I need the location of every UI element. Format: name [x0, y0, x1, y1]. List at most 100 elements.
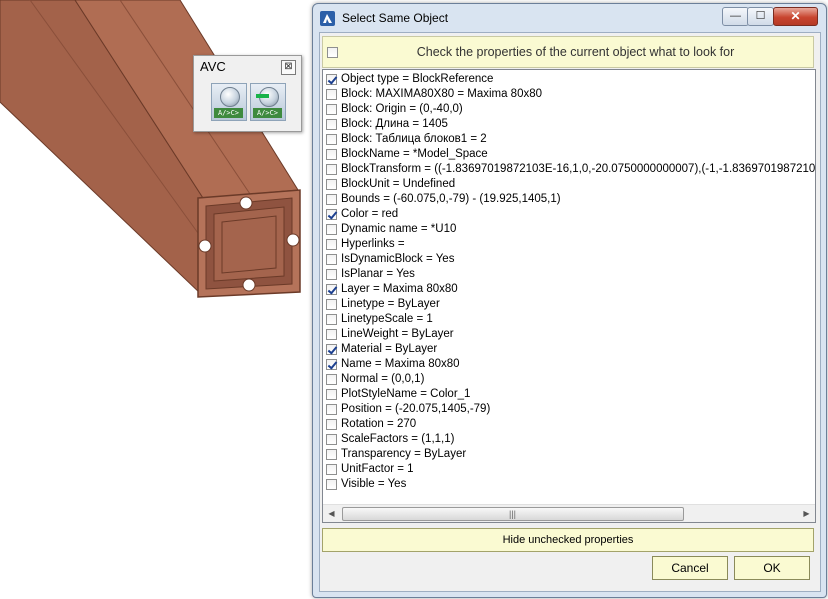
- property-checkbox[interactable]: [326, 374, 337, 385]
- property-label: Object type = BlockReference: [341, 73, 494, 85]
- property-row[interactable]: BlockTransform = ((-1.83697019872103E-16…: [323, 162, 815, 177]
- property-row[interactable]: Normal = (0,0,1): [323, 372, 815, 387]
- property-checkbox[interactable]: [326, 314, 337, 325]
- property-label: BlockUnit = Undefined: [341, 178, 456, 190]
- property-checkbox[interactable]: [326, 119, 337, 130]
- property-checkbox[interactable]: [326, 329, 337, 340]
- ok-button[interactable]: OK: [734, 556, 810, 580]
- property-checkbox[interactable]: [326, 239, 337, 250]
- property-label: BlockTransform = ((-1.83697019872103E-16…: [341, 163, 816, 175]
- property-checkbox[interactable]: [326, 104, 337, 115]
- property-label: LineWeight = ByLayer: [341, 328, 454, 340]
- property-label: Block: Таблица блоков1 = 2: [341, 133, 487, 145]
- property-checkbox[interactable]: [326, 149, 337, 160]
- property-checkbox[interactable]: [326, 194, 337, 205]
- property-checkbox[interactable]: [326, 179, 337, 190]
- property-checkbox[interactable]: [326, 419, 337, 430]
- property-row[interactable]: PlotStyleName = Color_1: [323, 387, 815, 402]
- horizontal-scrollbar[interactable]: ◀ ||| ▶: [323, 504, 815, 522]
- hide-unchecked-button[interactable]: Hide unchecked properties: [322, 528, 814, 552]
- avc-title: AVC: [200, 59, 226, 74]
- scrollbar-thumb[interactable]: |||: [342, 507, 684, 521]
- magnifier-icon: [220, 87, 240, 107]
- property-row[interactable]: ScaleFactors = (1,1,1): [323, 432, 815, 447]
- property-checkbox[interactable]: [326, 284, 337, 295]
- dialog-title: Select Same Object: [342, 11, 449, 25]
- green-bar-icon: [256, 94, 269, 98]
- property-row[interactable]: Linetype = ByLayer: [323, 297, 815, 312]
- property-row[interactable]: Transparency = ByLayer: [323, 447, 815, 462]
- property-row[interactable]: Layer = Maxima 80x80: [323, 282, 815, 297]
- property-label: BlockName = *Model_Space: [341, 148, 488, 160]
- property-label: Position = (-20.075,1405,-79): [341, 403, 491, 415]
- property-label: LinetypeScale = 1: [341, 313, 433, 325]
- property-row[interactable]: Material = ByLayer: [323, 342, 815, 357]
- property-checkbox[interactable]: [326, 404, 337, 415]
- property-checkbox[interactable]: [326, 434, 337, 445]
- minimize-button[interactable]: —: [722, 7, 749, 26]
- property-checkbox[interactable]: [326, 359, 337, 370]
- property-row[interactable]: Block: MAXIMA80X80 = Maxima 80x80: [323, 87, 815, 102]
- property-checkbox[interactable]: [326, 164, 337, 175]
- header-bar: Check the properties of the current obje…: [322, 36, 814, 68]
- property-checkbox[interactable]: [326, 209, 337, 220]
- property-row[interactable]: LinetypeScale = 1: [323, 312, 815, 327]
- select-same-object-dialog[interactable]: Select Same Object — ☐ ✕ Check the prope…: [312, 3, 827, 598]
- property-row[interactable]: Hyperlinks =: [323, 237, 815, 252]
- property-checkbox[interactable]: [326, 224, 337, 235]
- scroll-right-icon[interactable]: ▶: [798, 505, 815, 522]
- property-checkbox[interactable]: [326, 464, 337, 475]
- property-row[interactable]: Color = red: [323, 207, 815, 222]
- property-checkbox[interactable]: [326, 74, 337, 85]
- property-label: Block: Origin = (0,-40,0): [341, 103, 463, 115]
- property-checkbox[interactable]: [326, 449, 337, 460]
- title-bar[interactable]: Select Same Object — ☐ ✕: [313, 4, 826, 32]
- properties-list[interactable]: Object type = BlockReference Block: MAXIM…: [322, 69, 816, 523]
- select-all-checkbox[interactable]: [327, 47, 338, 58]
- property-label: Material = ByLayer: [341, 343, 438, 355]
- property-row[interactable]: Name = Maxima 80x80: [323, 357, 815, 372]
- header-instruction: Check the properties of the current obje…: [416, 45, 735, 59]
- property-row[interactable]: Block: Origin = (0,-40,0): [323, 102, 815, 117]
- property-row[interactable]: BlockUnit = Undefined: [323, 177, 815, 192]
- scroll-left-icon[interactable]: ◀: [323, 505, 340, 522]
- property-checkbox[interactable]: [326, 389, 337, 400]
- property-row[interactable]: Visible = Yes: [323, 477, 815, 492]
- property-checkbox[interactable]: [326, 269, 337, 280]
- property-label: Hyperlinks =: [341, 238, 405, 250]
- property-label: Bounds = (-60.075,0,-79) - (19.925,1405,…: [341, 193, 561, 205]
- property-label: Layer = Maxima 80x80: [341, 283, 458, 295]
- property-row[interactable]: IsPlanar = Yes: [323, 267, 815, 282]
- avc-palette[interactable]: AVC ⊠ A/>C> A/>C>: [193, 55, 302, 132]
- app-logo-icon: [320, 11, 335, 26]
- property-row[interactable]: IsDynamicBlock = Yes: [323, 252, 815, 267]
- property-label: Rotation = 270: [341, 418, 417, 430]
- property-label: ScaleFactors = (1,1,1): [341, 433, 455, 445]
- property-row[interactable]: Position = (-20.075,1405,-79): [323, 402, 815, 417]
- property-row[interactable]: Rotation = 270: [323, 417, 815, 432]
- property-checkbox[interactable]: [326, 479, 337, 490]
- property-row[interactable]: Block: Длина = 1405: [323, 117, 815, 132]
- property-checkbox[interactable]: [326, 254, 337, 265]
- close-icon[interactable]: ⊠: [281, 60, 296, 75]
- property-label: PlotStyleName = Color_1: [341, 388, 471, 400]
- avc-tool-button-2[interactable]: A/>C>: [250, 83, 286, 121]
- cancel-button[interactable]: Cancel: [652, 556, 728, 580]
- property-row[interactable]: UnitFactor = 1: [323, 462, 815, 477]
- maximize-button[interactable]: ☐: [747, 7, 774, 26]
- property-label: UnitFactor = 1: [341, 463, 414, 475]
- property-label: IsDynamicBlock = Yes: [341, 253, 455, 265]
- close-button[interactable]: ✕: [773, 7, 818, 26]
- property-row[interactable]: Block: Таблица блоков1 = 2: [323, 132, 815, 147]
- property-checkbox[interactable]: [326, 89, 337, 100]
- property-row[interactable]: Object type = BlockReference: [323, 72, 815, 87]
- avc-tool-button-1[interactable]: A/>C>: [211, 83, 247, 121]
- property-row[interactable]: Dynamic name = *U10: [323, 222, 815, 237]
- property-row[interactable]: Bounds = (-60.075,0,-79) - (19.925,1405,…: [323, 192, 815, 207]
- property-checkbox[interactable]: [326, 344, 337, 355]
- property-checkbox[interactable]: [326, 299, 337, 310]
- property-row[interactable]: LineWeight = ByLayer: [323, 327, 815, 342]
- property-row[interactable]: BlockName = *Model_Space: [323, 147, 815, 162]
- property-checkbox[interactable]: [326, 134, 337, 145]
- property-label: Visible = Yes: [341, 478, 407, 490]
